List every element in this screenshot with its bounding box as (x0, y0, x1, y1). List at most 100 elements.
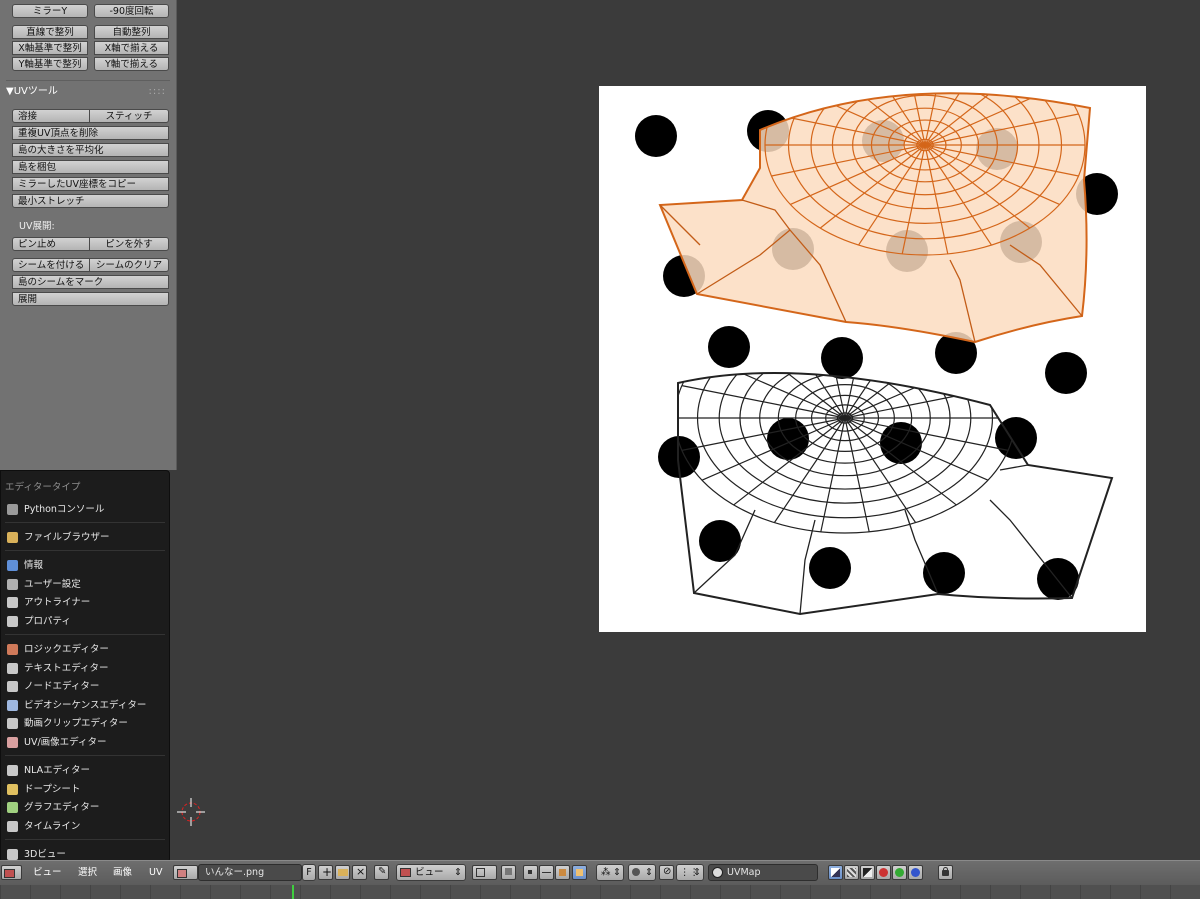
align-x-based-button[interactable]: X軸基準で整列 (12, 41, 88, 55)
outliner-icon (7, 597, 18, 608)
editor-type-selector[interactable] (1, 865, 22, 880)
editor-menu-item-label: プロパティ (24, 616, 71, 627)
unlink-image-icon[interactable]: × (352, 865, 367, 880)
align-y-button[interactable]: Y軸で揃える (94, 57, 169, 71)
proportional-edit-dropdown[interactable]: ⇕ (628, 864, 656, 881)
snap-mode-dropdown[interactable]: ⋮⋮ ⇕ (676, 864, 704, 881)
unpin-button[interactable]: ピンを外す (89, 237, 169, 251)
rotate-90-button[interactable]: -90度回転 (94, 4, 169, 18)
editor-menu-item[interactable]: Pythonコンソール (1, 501, 169, 518)
clear-seam-button[interactable]: シームのクリア (89, 258, 169, 272)
mirror-y-button[interactable]: ミラーY (12, 4, 88, 18)
menu-separator (5, 634, 165, 635)
editor-menu-item-label: Pythonコンソール (24, 504, 105, 515)
new-image-icon[interactable]: + (318, 865, 333, 880)
dopesheet-icon (7, 784, 18, 795)
pivot-selector[interactable] (472, 865, 497, 880)
folder-icon (7, 532, 18, 543)
average-islands-button[interactable]: 島の大きさを平均化 (12, 143, 169, 157)
timeline-playhead[interactable] (292, 885, 294, 899)
mark-seam-button[interactable]: シームを付ける (12, 258, 90, 272)
pack-islands-button[interactable]: 島を梱包 (12, 160, 169, 174)
uv-unwrap-label: UV展開: (19, 221, 55, 232)
minimize-stretch-button[interactable]: 最小ストレッチ (12, 194, 169, 208)
alpha-channel-icon[interactable] (860, 865, 875, 880)
editor-menu-item[interactable]: 動画クリップエディター (1, 715, 169, 732)
fake-user-button[interactable]: F (302, 864, 316, 881)
uvmap-field[interactable]: UVMap (708, 864, 818, 881)
editor-menu-title: エディタータイプ (5, 482, 81, 493)
green-channel-icon[interactable] (892, 865, 907, 880)
editor-menu-item[interactable]: ノードエディター (1, 678, 169, 695)
uv-editor-header: ビュー 選択 画像 UV いんなー.png F + × ✎ ビュー ⇕ ⁂ ⇕ ⇕… (0, 860, 1200, 885)
align-straight-button[interactable]: 直線で整列 (12, 25, 88, 39)
copy-mirrored-uv-button[interactable]: ミラーしたUV座標をコピー (12, 177, 169, 191)
seams-from-islands-button[interactable]: 島のシームをマーク (12, 275, 169, 289)
unwrap-button[interactable]: 展開 (12, 292, 169, 306)
editor-menu-item[interactable]: タイムライン (1, 818, 169, 835)
blue-channel-icon[interactable] (908, 865, 923, 880)
editor-menu-item-label: 動画クリップエディター (24, 718, 128, 729)
image-name-field[interactable]: いんなー.png (198, 864, 302, 881)
editor-menu-item-label: UV/画像エディター (24, 737, 107, 748)
editor-menu-item[interactable]: ロジックエディター (1, 641, 169, 658)
editor-menu-item[interactable]: ドープシート (1, 781, 169, 798)
rgb-channel-icon[interactable] (828, 865, 843, 880)
image-editor-icon (4, 869, 15, 878)
pin-image-icon[interactable]: ✎ (374, 865, 389, 880)
sticky-select-dropdown[interactable]: ⁂ ⇕ (596, 864, 624, 881)
uv-canvas[interactable] (177, 0, 1200, 860)
uv-menu[interactable]: UV (149, 861, 162, 885)
view-menu[interactable]: ビュー (33, 861, 62, 885)
align-y-based-button[interactable]: Y軸基準で整列 (12, 57, 88, 71)
editor-menu-item[interactable]: プロパティ (1, 613, 169, 630)
align-auto-button[interactable]: 自動整列 (94, 25, 169, 39)
editor-menu-item[interactable]: ビデオシーケンスエディター (1, 697, 169, 714)
rgb-alpha-channel-icon[interactable] (844, 865, 859, 880)
editor-menu-item[interactable]: グラフエディター (1, 799, 169, 816)
align-x-button[interactable]: X軸で揃える (94, 41, 169, 55)
graph-icon (7, 802, 18, 813)
menu-separator (5, 839, 165, 840)
stitch-button[interactable]: スティッチ (89, 109, 169, 123)
drag-handle-icon[interactable]: :::: (149, 84, 166, 100)
uvmap-label: UVMap (727, 867, 761, 878)
timeline-strip[interactable] (0, 885, 1200, 899)
view-mode-label: ビュー (415, 867, 444, 878)
vertex-select-icon[interactable] (523, 865, 538, 880)
clip-icon (7, 718, 18, 729)
editor-menu-item-label: ファイルブラウザー (24, 532, 110, 543)
select-menu[interactable]: 選択 (78, 861, 97, 885)
pin-button[interactable]: ピン止め (12, 237, 90, 251)
image-browse-button[interactable] (173, 865, 198, 880)
editor-menu-item[interactable]: アウトライナー (1, 594, 169, 611)
image-menu[interactable]: 画像 (113, 861, 132, 885)
editor-menu-item[interactable]: ユーザー設定 (1, 576, 169, 593)
face-select-icon[interactable] (555, 865, 570, 880)
view-mode-dropdown[interactable]: ビュー ⇕ (396, 864, 466, 881)
panel-divider (6, 80, 170, 81)
edge-select-icon[interactable] (539, 865, 554, 880)
open-folder-icon[interactable] (335, 865, 350, 880)
editor-menu-item[interactable]: ファイルブラウザー (1, 529, 169, 546)
editor-menu-item[interactable]: 情報 (1, 557, 169, 574)
editor-menu-item[interactable]: テキストエディター (1, 660, 169, 677)
weld-button[interactable]: 溶接 (12, 109, 90, 123)
remove-doubles-button[interactable]: 重複UV頂点を削除 (12, 126, 169, 140)
2d-cursor-icon[interactable] (177, 798, 205, 826)
uv-image-viewport[interactable] (177, 0, 1200, 860)
sync-selection-icon[interactable] (501, 865, 516, 880)
lock-icon[interactable] (938, 865, 953, 880)
editor-menu-item-label: NLAエディター (24, 765, 90, 776)
editor-menu-item-label: ビデオシーケンスエディター (24, 700, 147, 711)
snap-toggle-icon[interactable]: ⊘ (659, 865, 674, 880)
info-icon (7, 560, 18, 571)
editor-menu-item-label: タイムライン (24, 821, 81, 832)
island-select-icon[interactable] (572, 865, 587, 880)
red-channel-icon[interactable] (876, 865, 891, 880)
dropdown-arrows-icon: ⇕ (454, 867, 462, 878)
menu-separator (5, 522, 165, 523)
editor-menu-item[interactable]: NLAエディター (1, 762, 169, 779)
uv-tools-panel-header[interactable]: ▼UVツール :::: (6, 84, 168, 100)
editor-menu-item[interactable]: UV/画像エディター (1, 734, 169, 751)
